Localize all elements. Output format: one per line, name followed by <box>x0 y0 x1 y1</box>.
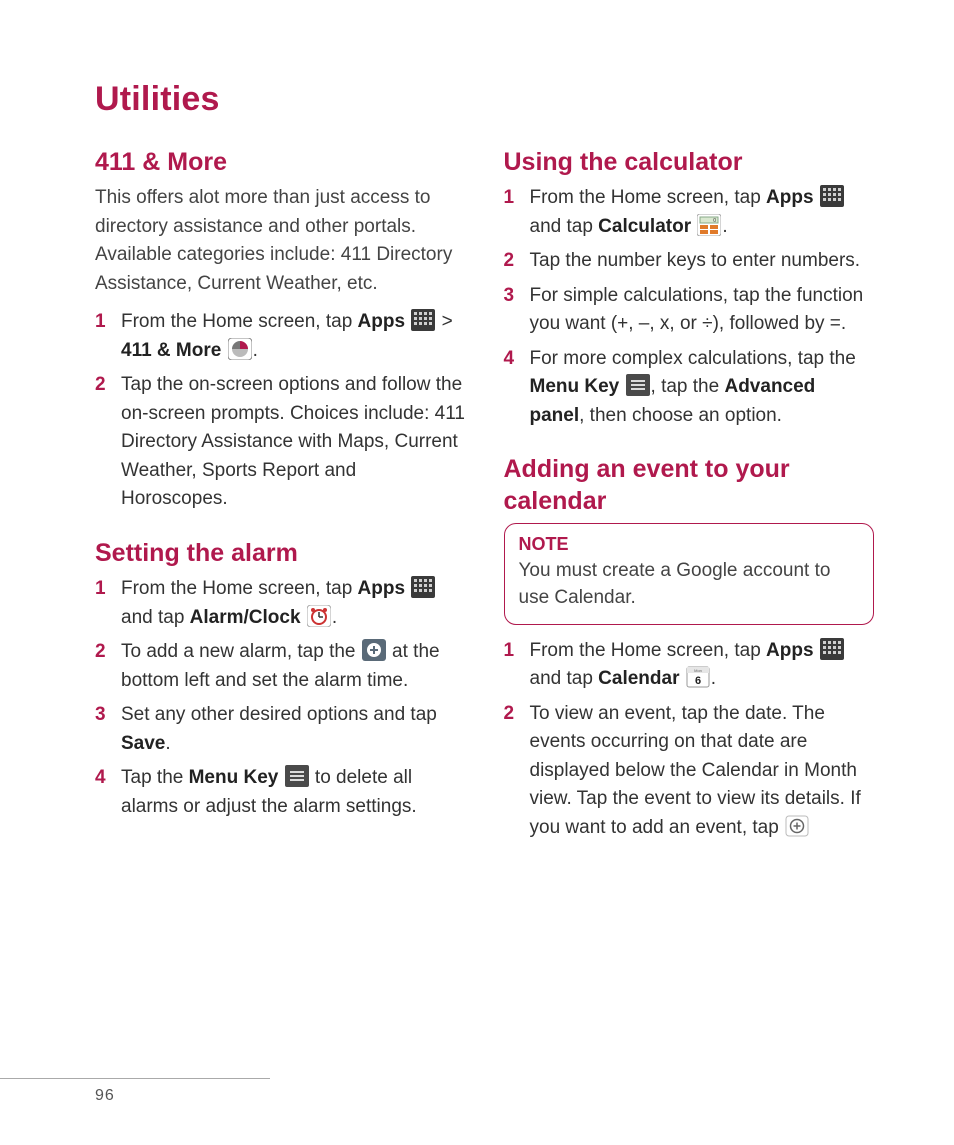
left-column: 411 & More This offers alot more than ju… <box>95 147 466 848</box>
note-body: You must create a Google account to use … <box>519 557 860 612</box>
heading-calculator: Using the calculator <box>504 147 875 178</box>
step: Set any other desired options and tap Sa… <box>95 701 466 758</box>
bold-menu-key: Menu Key <box>530 376 620 397</box>
bold-apps: Apps <box>358 311 406 332</box>
bold-calendar: Calendar <box>598 668 679 689</box>
body-text: From the Home screen, tap <box>121 578 358 599</box>
step: From the Home screen, tap Apps > 411 & M… <box>95 308 466 365</box>
heading-411-more: 411 & More <box>95 147 466 178</box>
apps-grid-icon <box>411 576 435 598</box>
bold-apps: Apps <box>766 187 814 208</box>
note-box: NOTE You must create a Google account to… <box>504 523 875 625</box>
body-text: For more complex calculations, tap the <box>530 348 856 369</box>
apps-grid-icon <box>820 185 844 207</box>
body-text: . <box>722 216 727 237</box>
body-text: From the Home screen, tap <box>121 311 358 332</box>
menu-key-icon <box>285 765 309 787</box>
steps-calendar: From the Home screen, tap Apps and tap C… <box>504 637 875 843</box>
add-plus-circle-outline-icon <box>785 815 809 837</box>
body-text: Tap the <box>121 767 189 788</box>
step: To view an event, tap the date. The even… <box>504 700 875 843</box>
bold-alarm-clock: Alarm/Clock <box>190 607 301 628</box>
body-text: . <box>253 340 258 361</box>
step: From the Home screen, tap Apps and tap C… <box>504 637 875 694</box>
body-text: . <box>332 607 337 628</box>
step: To add a new alarm, tap the at the botto… <box>95 638 466 695</box>
step: From the Home screen, tap Apps and tap A… <box>95 575 466 632</box>
body-text: and tap <box>530 668 599 689</box>
calendar-icon: Mon 6 <box>686 666 710 688</box>
body-text: From the Home screen, tap <box>530 187 767 208</box>
steps-setting-alarm: From the Home screen, tap Apps and tap A… <box>95 575 466 821</box>
page-title: Utilities <box>95 80 874 119</box>
body-text: To add a new alarm, tap the <box>121 641 361 662</box>
bold-apps: Apps <box>358 578 406 599</box>
body-text: . <box>165 733 170 754</box>
body-text: , tap the <box>651 376 725 397</box>
intro-411-more: This offers alot more than just access t… <box>95 184 466 298</box>
svg-text:0: 0 <box>714 218 717 224</box>
apps-grid-icon <box>411 309 435 331</box>
411-more-icon <box>228 338 252 360</box>
alarm-clock-icon <box>307 605 331 627</box>
body-text: > <box>436 311 452 332</box>
footer-rule <box>0 1078 270 1079</box>
step: For simple calculations, tap the functio… <box>504 282 875 339</box>
bold-411-more: 411 & More <box>121 340 221 361</box>
step: Tap the on-screen options and follow the… <box>95 371 466 514</box>
note-title: NOTE <box>519 534 860 555</box>
calculator-icon: 0 <box>697 214 721 236</box>
body-text: To view an event, tap the date. The even… <box>530 703 861 838</box>
body-text: and tap <box>530 216 599 237</box>
bold-apps: Apps <box>766 640 814 661</box>
bold-calculator: Calculator <box>598 216 691 237</box>
steps-411-more: From the Home screen, tap Apps > 411 & M… <box>95 308 466 514</box>
heading-setting-alarm: Setting the alarm <box>95 538 466 569</box>
add-plus-circle-icon <box>362 639 386 661</box>
body-text: and tap <box>121 607 190 628</box>
body-text: , then choose an option. <box>579 405 782 426</box>
steps-calculator: From the Home screen, tap Apps and tap C… <box>504 184 875 430</box>
step: From the Home screen, tap Apps and tap C… <box>504 184 875 241</box>
apps-grid-icon <box>820 638 844 660</box>
two-column-layout: 411 & More This offers alot more than ju… <box>95 147 874 848</box>
bold-menu-key: Menu Key <box>189 767 279 788</box>
body-text: From the Home screen, tap <box>530 640 767 661</box>
step: Tap the number keys to enter numbers. <box>504 247 875 276</box>
svg-text:6: 6 <box>695 675 701 687</box>
body-text: Set any other desired options and tap <box>121 704 437 725</box>
page-number: 96 <box>95 1087 115 1105</box>
step: For more complex calculations, tap the M… <box>504 345 875 431</box>
heading-calendar-event: Adding an event to your calendar <box>504 454 875 517</box>
bold-save: Save <box>121 733 165 754</box>
menu-key-icon <box>626 374 650 396</box>
body-text: . <box>711 668 716 689</box>
svg-text:Mon: Mon <box>694 668 702 673</box>
right-column: Using the calculator From the Home scree… <box>504 147 875 848</box>
step: Tap the Menu Key to delete all alarms or… <box>95 764 466 821</box>
